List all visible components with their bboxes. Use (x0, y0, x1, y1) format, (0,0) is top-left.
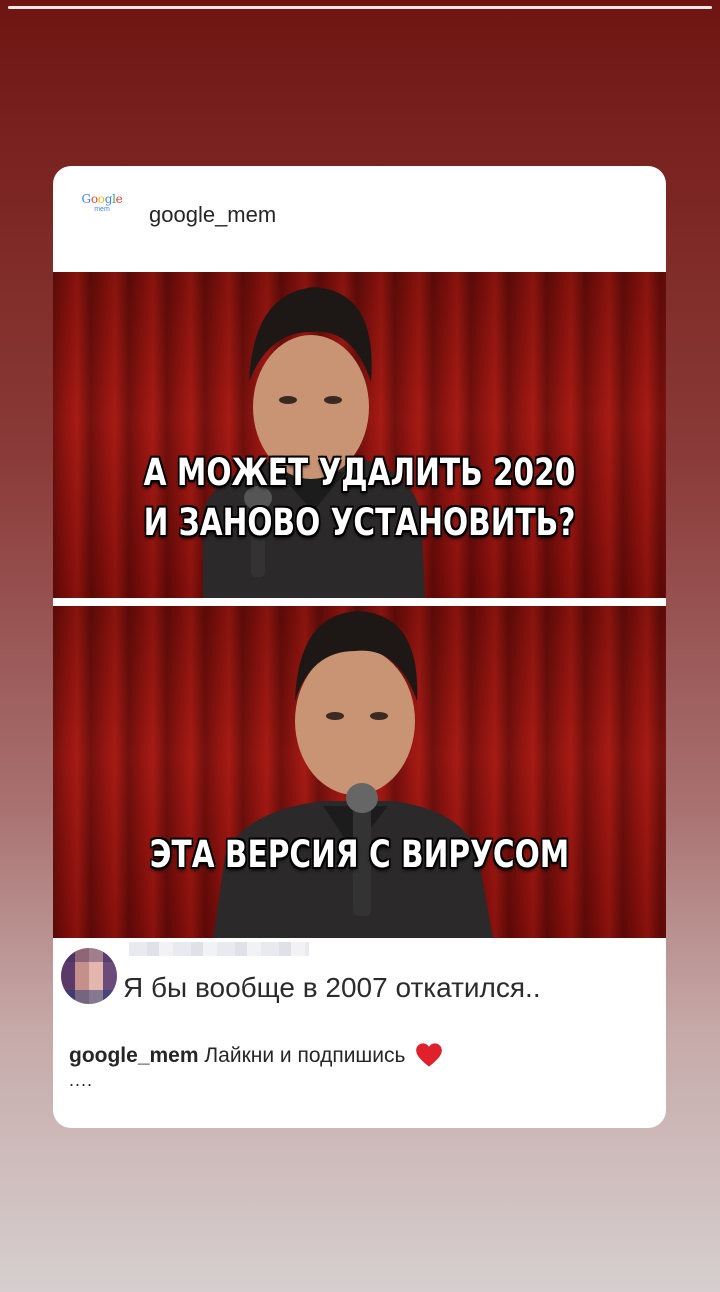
logo-letter: o (97, 192, 105, 206)
post-card[interactable]: Google mem google_mem А МОЖЕТ УДАЛИТЬ 20… (53, 166, 666, 1128)
caption-more-dots[interactable]: .... (69, 1070, 93, 1091)
story-progress-fill (8, 6, 712, 9)
comment-text: Я бы вообще в 2007 откатился.. (123, 972, 541, 1003)
featured-comment[interactable]: Я бы вообще в 2007 откатился.. (53, 938, 666, 1038)
google-logo-icon: Google (75, 193, 129, 205)
commenter-name-blurred (129, 942, 309, 956)
post-caption: google_mem Лайкни и подпишись (69, 1042, 443, 1068)
meme-caption-top-line2: И ЗАНОВО УСТАНОВИТЬ? (143, 501, 576, 544)
logo-letter: G (81, 192, 92, 206)
heart-icon (416, 1043, 443, 1067)
meme-panel-bottom: ЭТА ВЕРСИЯ С ВИРУСОМ (53, 606, 666, 938)
story-progress-bar (8, 6, 712, 9)
meme-caption-top: А МОЖЕТ УДАЛИТЬ 2020 И ЗАНОВО УСТАНОВИТЬ… (114, 448, 604, 548)
logo-sub-label: mem (94, 206, 110, 213)
logo-letter: o (90, 192, 98, 206)
meme-caption-top-line1: А МОЖЕТ УДАЛИТЬ 2020 (143, 451, 576, 494)
caption-text: Лайкни и подпишись (204, 1044, 406, 1067)
meme-image: А МОЖЕТ УДАЛИТЬ 2020 И ЗАНОВО УСТАНОВИТЬ… (53, 272, 666, 938)
account-username[interactable]: google_mem (149, 202, 276, 228)
post-header[interactable]: Google mem google_mem (53, 166, 666, 270)
caption-username[interactable]: google_mem (69, 1044, 199, 1067)
meme-panel-top: А МОЖЕТ УДАЛИТЬ 2020 И ЗАНОВО УСТАНОВИТЬ… (53, 272, 666, 598)
comedian-figure-top (203, 287, 425, 598)
meme-divider (53, 598, 666, 606)
logo-letter: g (104, 192, 113, 206)
comedian-figure-bottom (213, 611, 493, 938)
account-logo[interactable]: Google mem (75, 193, 129, 213)
meme-caption-bottom: ЭТА ВЕРСИЯ С ВИРУСОМ (149, 833, 570, 876)
logo-letter: e (115, 192, 123, 206)
commenter-avatar[interactable] (61, 948, 117, 1004)
